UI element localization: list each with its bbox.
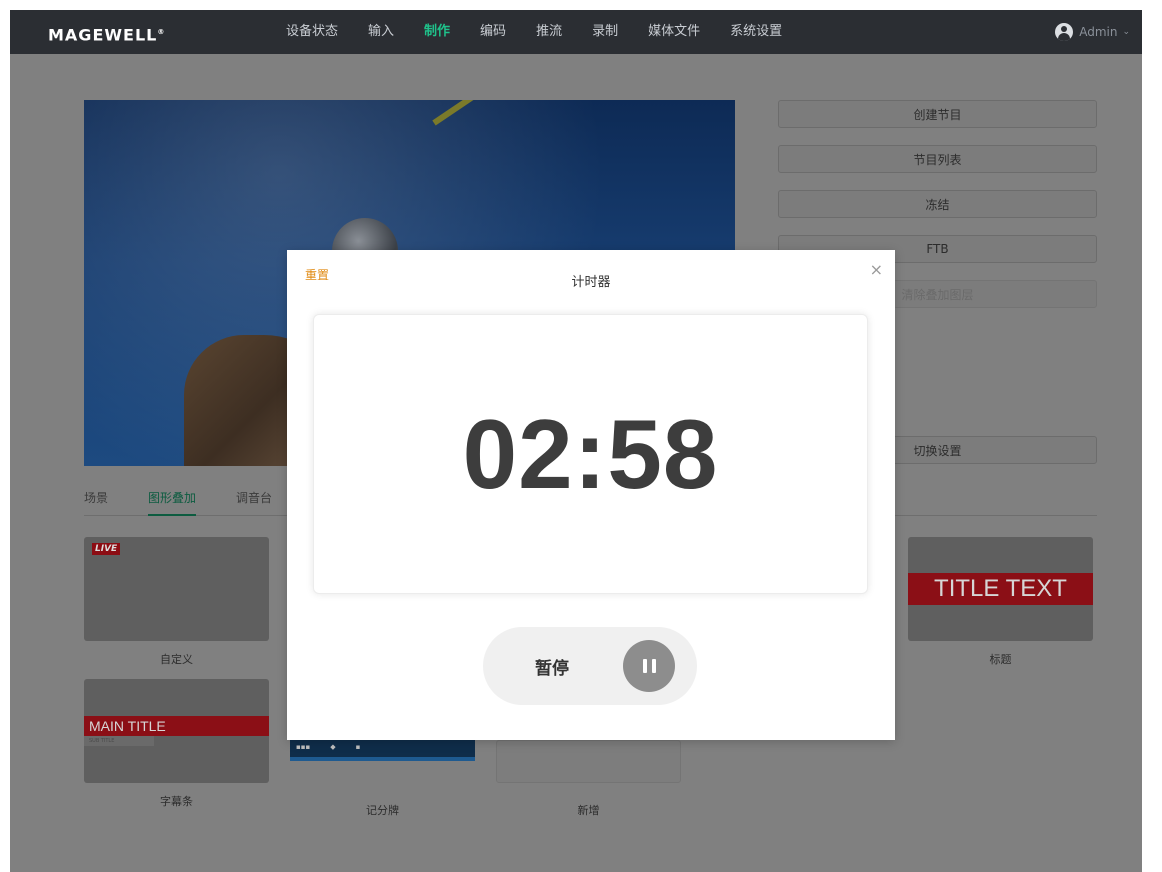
overlay-card-custom[interactable]: LIVE 自定义 <box>84 537 269 667</box>
nav-item-encoding[interactable]: 编码 <box>480 10 506 54</box>
user-menu[interactable]: Admin ⌄ <box>1055 10 1130 54</box>
chevron-down-icon: ⌄ <box>1122 27 1130 37</box>
dialog-title: 计时器 <box>571 275 611 290</box>
pause-button[interactable]: 暂停 <box>483 627 697 705</box>
nav-item-device-status[interactable]: 设备状态 <box>286 10 338 54</box>
program-list-button[interactable]: 节目列表 <box>778 145 1097 173</box>
sub-title-preview: SUB TITLE <box>84 736 154 746</box>
title-text-preview: TITLE TEXT <box>908 573 1093 605</box>
card-label: 自定义 <box>160 653 193 666</box>
nav-item-media-files[interactable]: 媒体文件 <box>648 10 700 54</box>
overlay-card-lower-third[interactable]: MAIN TITLE SUB TITLE 字幕条 <box>84 679 269 809</box>
close-icon[interactable]: × <box>870 260 883 279</box>
create-program-button[interactable]: 创建节目 <box>778 100 1097 128</box>
nav-item-input[interactable]: 输入 <box>368 10 394 54</box>
tab-audio-mixer[interactable]: 调音台 <box>236 488 272 516</box>
pause-icon <box>623 640 675 692</box>
freeze-button[interactable]: 冻结 <box>778 190 1097 218</box>
overlay-thumbnail: MAIN TITLE SUB TITLE <box>84 679 269 783</box>
card-label: 标题 <box>989 653 1012 666</box>
overlay-card-title[interactable]: TITLE TEXT 标题 <box>908 537 1093 667</box>
nav-item-production[interactable]: 制作 <box>424 10 450 54</box>
main-title-preview: MAIN TITLE <box>84 716 269 736</box>
new-card-label: 新增 <box>577 804 600 817</box>
scoreboard-label: 记分牌 <box>366 804 399 817</box>
tab-scenes[interactable]: 场景 <box>84 488 108 516</box>
score-team: ▪▪▪ <box>296 743 311 751</box>
timer-dialog: 重置 计时器 × 02:58 暂停 <box>287 250 895 740</box>
live-badge: LIVE <box>92 543 121 555</box>
user-avatar-icon <box>1055 23 1074 41</box>
main-nav: 设备状态 输入 制作 编码 推流 录制 媒体文件 系统设置 <box>286 10 812 54</box>
score-value: ▪ <box>355 743 361 751</box>
timer-value: 02:58 <box>462 398 719 509</box>
top-navigation-bar: MAGEWELL® 设备状态 输入 制作 编码 推流 录制 媒体文件 系统设置 … <box>10 10 1142 54</box>
nav-item-recording[interactable]: 录制 <box>592 10 618 54</box>
user-name: Admin <box>1079 25 1118 39</box>
overlay-thumbnail: TITLE TEXT <box>908 537 1093 641</box>
logo: MAGEWELL® <box>48 25 166 45</box>
score-shape: ◆ <box>330 743 336 751</box>
nav-item-streaming[interactable]: 推流 <box>536 10 562 54</box>
scoreboard-thumbnail[interactable]: ▪▪▪ ◆ ▪ <box>290 737 475 761</box>
pause-label: 暂停 <box>535 658 569 679</box>
nav-item-system-settings[interactable]: 系统设置 <box>730 10 782 54</box>
tab-graphic-overlay[interactable]: 图形叠加 <box>148 488 197 516</box>
timer-display: 02:58 <box>313 314 868 594</box>
card-label: 字幕条 <box>160 795 193 808</box>
overlay-thumbnail: LIVE <box>84 537 269 641</box>
new-overlay-card[interactable] <box>496 740 681 783</box>
